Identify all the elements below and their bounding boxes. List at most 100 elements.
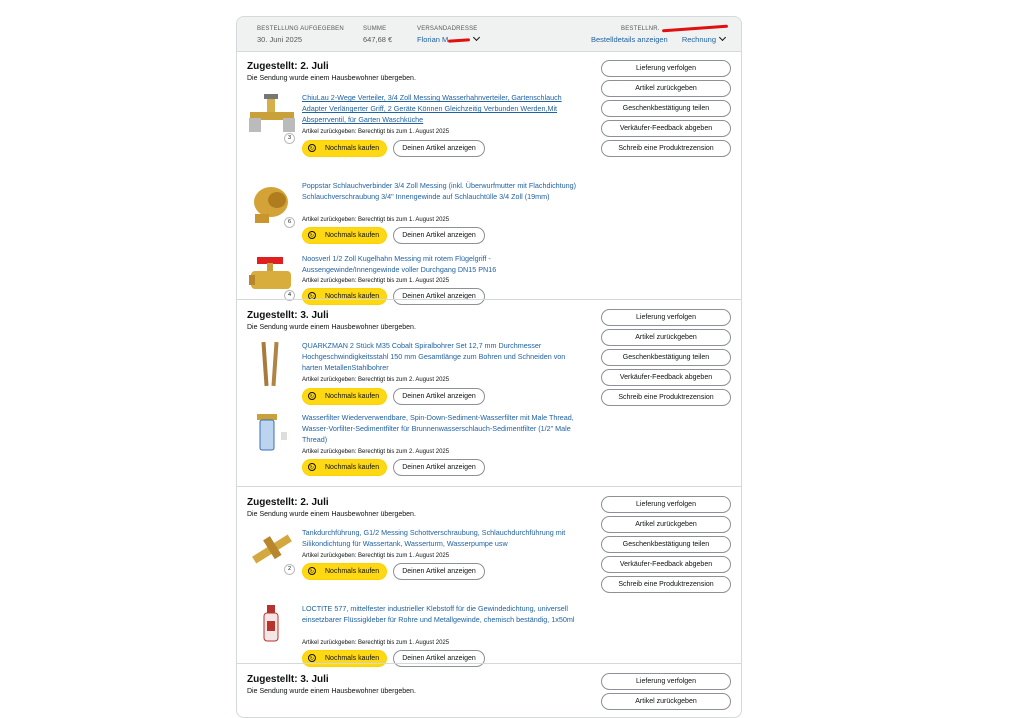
ship-to-name[interactable]: Florian M bbox=[417, 35, 448, 44]
track-package-button[interactable]: Lieferung verfolgen bbox=[601, 496, 731, 513]
buy-again-button[interactable]: ↻ Nochmals kaufen bbox=[302, 459, 387, 476]
product-image[interactable] bbox=[247, 340, 297, 386]
return-items-button[interactable]: Artikel zurückgeben bbox=[601, 80, 731, 97]
share-gift-receipt-button[interactable]: Geschenkbestätigung teilen bbox=[601, 349, 731, 366]
view-item-button[interactable]: Deinen Artikel anzeigen bbox=[393, 459, 485, 476]
product-title-link[interactable]: Poppstar Schlauchverbinder 3/4 Zoll Mess… bbox=[302, 180, 584, 202]
order-card: BESTELLUNG AUFGEGEBEN 30. Juni 2025 SUMM… bbox=[236, 16, 742, 718]
shipment-subtitle: Die Sendung wurde einem Hausbewohner übe… bbox=[247, 75, 416, 82]
list-item: 2 Tankdurchführung, G1/2 Messing Schottv… bbox=[247, 527, 587, 593]
order-placed-value: 30. Juni 2025 bbox=[257, 35, 303, 44]
return-eligibility: Artikel zurückgeben: Berechtigt bis zum … bbox=[302, 640, 450, 646]
invoice-label[interactable]: Rechnung bbox=[682, 35, 716, 44]
view-item-button[interactable]: Deinen Artikel anzeigen bbox=[393, 227, 485, 244]
quantity-badge: 2 bbox=[284, 564, 295, 575]
ship-to-label: VERSANDADRESSE bbox=[417, 26, 478, 32]
shipment-1: Zugestellt: 2. Juli Die Sendung wurde ei… bbox=[237, 51, 741, 305]
ship-to: VERSANDADRESSE Florian M bbox=[417, 26, 481, 44]
shipment-title: Zugestellt: 3. Juli bbox=[247, 310, 329, 321]
share-gift-receipt-button[interactable]: Geschenkbestätigung teilen bbox=[601, 536, 731, 553]
write-review-button[interactable]: Schreib eine Produktrezension bbox=[601, 389, 731, 406]
track-package-button[interactable]: Lieferung verfolgen bbox=[601, 673, 731, 690]
view-item-button[interactable]: Deinen Artikel anzeigen bbox=[393, 140, 485, 157]
product-title-link[interactable]: QUARKZMAN 2 Stück M35 Cobalt Spiralbohre… bbox=[302, 340, 584, 373]
order-number-label: BESTELLNR. bbox=[621, 26, 660, 32]
buy-again-button[interactable]: ↻ Nochmals kaufen bbox=[302, 140, 387, 157]
quantity-badge: 6 bbox=[284, 217, 295, 228]
product-image[interactable] bbox=[247, 412, 297, 458]
order-number-redacted bbox=[661, 24, 728, 33]
seller-feedback-button[interactable]: Verkäufer-Feedback abgeben bbox=[601, 369, 731, 386]
refresh-icon: ↻ bbox=[308, 144, 316, 152]
buy-again-label: Nochmals kaufen bbox=[325, 232, 380, 239]
product-title-link[interactable]: ChiuLau 2-Wege Verteiler, 3/4 Zoll Messi… bbox=[302, 92, 584, 125]
product-title-link[interactable]: LOCTITE 577, mittelfester industrieller … bbox=[302, 603, 584, 625]
list-item: Wasserfilter Wiederverwendbare, Spin-Dow… bbox=[247, 412, 587, 482]
refresh-icon: ↻ bbox=[308, 567, 316, 575]
order-total-value: 647,68 € bbox=[363, 35, 393, 44]
buy-again-label: Nochmals kaufen bbox=[325, 393, 380, 400]
write-review-button[interactable]: Schreib eine Produktrezension bbox=[601, 576, 731, 593]
order-details-link[interactable]: Bestelldetails anzeigen bbox=[591, 35, 668, 44]
shipment-actions: Lieferung verfolgen Artikel zurückgeben … bbox=[601, 309, 731, 409]
product-title-link[interactable]: Tankdurchführung, G1/2 Messing Schottver… bbox=[302, 527, 584, 549]
refresh-icon: ↻ bbox=[308, 392, 316, 400]
write-review-button[interactable]: Schreib eine Produktrezension bbox=[601, 140, 731, 157]
list-item: LOCTITE 577, mittelfester industrieller … bbox=[247, 603, 587, 669]
list-item: 3 ChiuLau 2-Wege Verteiler, 3/4 Zoll Mes… bbox=[247, 92, 587, 162]
track-package-button[interactable]: Lieferung verfolgen bbox=[601, 60, 731, 77]
list-item: QUARKZMAN 2 Stück M35 Cobalt Spiralbohre… bbox=[247, 340, 587, 412]
shipment-title: Zugestellt: 2. Juli bbox=[247, 497, 329, 508]
refresh-icon: ↻ bbox=[308, 463, 316, 471]
redaction-mark bbox=[448, 37, 471, 43]
ship-to-dropdown[interactable]: Florian M bbox=[417, 33, 481, 44]
return-items-button[interactable]: Artikel zurückgeben bbox=[601, 516, 731, 533]
share-gift-receipt-button[interactable]: Geschenkbestätigung teilen bbox=[601, 100, 731, 117]
shipment-3: Zugestellt: 2. Juli Die Sendung wurde ei… bbox=[237, 486, 741, 667]
order-links: Bestelldetails anzeigen Rechnung bbox=[591, 33, 727, 44]
return-eligibility: Artikel zurückgeben: Berechtigt bis zum … bbox=[302, 129, 450, 135]
order-number: BESTELLNR. bbox=[621, 24, 728, 33]
product-title-link[interactable]: Noosverl 1/2 Zoll Kugelhahn Messing mit … bbox=[302, 253, 584, 275]
shipment-4: Zugestellt: 3. Juli Die Sendung wurde ei… bbox=[237, 663, 741, 717]
return-eligibility: Artikel zurückgeben: Berechtigt bis zum … bbox=[302, 278, 450, 284]
shipment-actions: Lieferung verfolgen Artikel zurückgeben bbox=[601, 673, 731, 713]
buy-again-button[interactable]: ↻ Nochmals kaufen bbox=[302, 563, 387, 580]
buy-again-label: Nochmals kaufen bbox=[325, 568, 380, 575]
order-placed-label: BESTELLUNG AUFGEGEBEN bbox=[257, 26, 344, 32]
shipment-title: Zugestellt: 3. Juli bbox=[247, 674, 329, 685]
return-items-button[interactable]: Artikel zurückgeben bbox=[601, 329, 731, 346]
list-item: 4 Noosverl 1/2 Zoll Kugelhahn Messing mi… bbox=[247, 253, 587, 305]
buy-again-button[interactable]: ↻ Nochmals kaufen bbox=[302, 388, 387, 405]
shipment-title: Zugestellt: 2. Juli bbox=[247, 61, 329, 72]
order-header: BESTELLUNG AUFGEGEBEN 30. Juni 2025 SUMM… bbox=[237, 17, 741, 52]
product-image[interactable] bbox=[247, 92, 297, 138]
order-total: SUMME 647,68 € bbox=[363, 26, 392, 44]
refresh-icon: ↻ bbox=[308, 231, 316, 239]
view-item-button[interactable]: Deinen Artikel anzeigen bbox=[393, 388, 485, 405]
product-image[interactable] bbox=[247, 603, 297, 649]
return-eligibility: Artikel zurückgeben: Berechtigt bis zum … bbox=[302, 449, 450, 455]
quantity-badge: 3 bbox=[284, 133, 295, 144]
product-title-link[interactable]: Wasserfilter Wiederverwendbare, Spin-Dow… bbox=[302, 412, 584, 445]
shipment-actions: Lieferung verfolgen Artikel zurückgeben … bbox=[601, 60, 731, 160]
chevron-down-icon bbox=[473, 33, 481, 42]
seller-feedback-button[interactable]: Verkäufer-Feedback abgeben bbox=[601, 556, 731, 573]
chevron-down-icon bbox=[718, 33, 727, 42]
shipment-subtitle: Die Sendung wurde einem Hausbewohner übe… bbox=[247, 511, 416, 518]
shipment-2: Zugestellt: 3. Juli Die Sendung wurde ei… bbox=[237, 299, 741, 487]
buy-again-label: Nochmals kaufen bbox=[325, 145, 380, 152]
buy-again-button[interactable]: ↻ Nochmals kaufen bbox=[302, 227, 387, 244]
list-item: 6 Poppstar Schlauchverbinder 3/4 Zoll Me… bbox=[247, 180, 587, 250]
buy-again-label: Nochmals kaufen bbox=[325, 464, 380, 471]
shipment-subtitle: Die Sendung wurde einem Hausbewohner übe… bbox=[247, 324, 416, 331]
order-placed: BESTELLUNG AUFGEGEBEN 30. Juni 2025 bbox=[257, 26, 344, 44]
refresh-icon: ↻ bbox=[308, 654, 316, 662]
invoice-dropdown[interactable]: Rechnung bbox=[682, 33, 727, 44]
shipment-actions: Lieferung verfolgen Artikel zurückgeben … bbox=[601, 496, 731, 596]
seller-feedback-button[interactable]: Verkäufer-Feedback abgeben bbox=[601, 120, 731, 137]
track-package-button[interactable]: Lieferung verfolgen bbox=[601, 309, 731, 326]
order-total-label: SUMME bbox=[363, 26, 387, 32]
view-item-button[interactable]: Deinen Artikel anzeigen bbox=[393, 563, 485, 580]
shipment-subtitle: Die Sendung wurde einem Hausbewohner übe… bbox=[247, 688, 416, 695]
